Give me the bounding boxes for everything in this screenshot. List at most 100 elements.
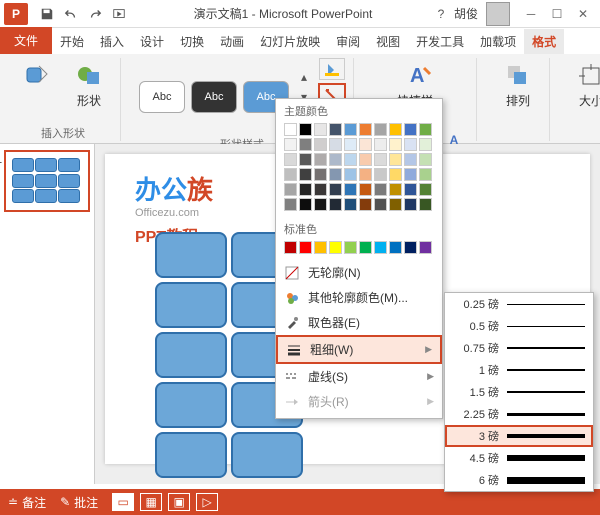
color-swatch[interactable] [284,138,297,151]
notes-button[interactable]: ≐ 备注 [8,494,46,511]
weight-option[interactable]: 1 磅 [445,359,593,381]
undo-icon[interactable] [62,5,80,23]
color-swatch[interactable] [419,168,432,181]
tab-design[interactable]: 设计 [132,29,172,54]
weight-option[interactable]: 6 磅 [445,469,593,491]
shapes-button[interactable]: 形状 [66,58,112,109]
tab-insert[interactable]: 插入 [92,29,132,54]
close-button[interactable]: ✕ [572,4,594,24]
color-swatch[interactable] [344,183,357,196]
color-swatch[interactable] [359,123,372,136]
color-swatch[interactable] [299,138,312,151]
color-swatch[interactable] [389,241,402,254]
color-swatch[interactable] [374,153,387,166]
tab-transitions[interactable]: 切换 [172,29,212,54]
color-swatch[interactable] [299,168,312,181]
reading-view-button[interactable]: ▣ [168,493,190,511]
color-swatch[interactable] [374,241,387,254]
tab-addins[interactable]: 加载项 [472,29,524,54]
restore-button[interactable]: ☐ [546,4,568,24]
color-swatch[interactable] [419,183,432,196]
color-swatch[interactable] [359,138,372,151]
color-swatch[interactable] [284,168,297,181]
color-swatch[interactable] [344,168,357,181]
color-swatch[interactable] [404,183,417,196]
color-swatch[interactable] [329,153,342,166]
color-swatch[interactable] [284,153,297,166]
color-swatch[interactable] [404,153,417,166]
weight-option[interactable]: 0.75 磅 [445,337,593,359]
tab-file[interactable]: 文件 [0,27,52,54]
sorter-view-button[interactable]: ▦ [140,493,162,511]
color-swatch[interactable] [344,138,357,151]
tab-slideshow[interactable]: 幻灯片放映 [252,29,328,54]
dashes-item[interactable]: 虚线(S) ▶ [276,364,442,389]
color-swatch[interactable] [284,198,297,211]
color-swatch[interactable] [404,138,417,151]
color-swatch[interactable] [314,183,327,196]
color-swatch[interactable] [299,198,312,211]
color-swatch[interactable] [374,168,387,181]
tab-review[interactable]: 审阅 [328,29,368,54]
color-swatch[interactable] [359,183,372,196]
arrows-item[interactable]: 箭头(R) ▶ [276,389,442,414]
slide-thumbnail-1[interactable]: 1 [4,150,90,212]
color-swatch[interactable] [404,198,417,211]
avatar[interactable] [486,2,510,26]
color-swatch[interactable] [284,123,297,136]
color-swatch[interactable] [314,153,327,166]
color-swatch[interactable] [359,198,372,211]
color-swatch[interactable] [374,138,387,151]
size-button[interactable]: 大小 [568,58,600,109]
color-swatch[interactable] [389,138,402,151]
tab-view[interactable]: 视图 [368,29,408,54]
weight-option[interactable]: 0.25 磅 [445,293,593,315]
color-swatch[interactable] [314,168,327,181]
color-swatch[interactable] [299,123,312,136]
color-swatch[interactable] [359,168,372,181]
color-swatch[interactable] [419,241,432,254]
color-swatch[interactable] [374,183,387,196]
color-swatch[interactable] [284,183,297,196]
tab-home[interactable]: 开始 [52,29,92,54]
color-swatch[interactable] [374,198,387,211]
save-icon[interactable] [38,5,56,23]
color-swatch[interactable] [419,153,432,166]
color-swatch[interactable] [419,198,432,211]
color-swatch[interactable] [389,123,402,136]
color-swatch[interactable] [419,123,432,136]
color-swatch[interactable] [359,241,372,254]
color-swatch[interactable] [344,198,357,211]
color-swatch[interactable] [329,183,342,196]
weight-option[interactable]: 4.5 磅 [445,447,593,469]
tab-developer[interactable]: 开发工具 [408,29,472,54]
color-swatch[interactable] [404,241,417,254]
color-swatch[interactable] [329,138,342,151]
edit-shape-button[interactable] [14,58,60,109]
color-swatch[interactable] [344,153,357,166]
weight-option[interactable]: 2.25 磅 [445,403,593,425]
color-swatch[interactable] [299,183,312,196]
color-swatch[interactable] [404,123,417,136]
color-swatch[interactable] [329,123,342,136]
weight-option[interactable]: 1.5 磅 [445,381,593,403]
comments-button[interactable]: ✎ 批注 [60,494,98,511]
color-swatch[interactable] [374,123,387,136]
eyedropper-item[interactable]: 取色器(E) [276,310,442,335]
redo-icon[interactable] [86,5,104,23]
shape-style-1[interactable]: Abc [139,81,185,113]
arrange-button[interactable]: 排列 [495,58,541,109]
color-swatch[interactable] [314,198,327,211]
color-swatch[interactable] [299,241,312,254]
color-swatch[interactable] [284,241,297,254]
gallery-up[interactable]: ▴ [295,68,313,86]
color-swatch[interactable] [314,138,327,151]
weight-option[interactable]: 0.5 磅 [445,315,593,337]
slideshow-view-button[interactable]: ▷ [196,493,218,511]
color-swatch[interactable] [314,123,327,136]
tab-animations[interactable]: 动画 [212,29,252,54]
color-swatch[interactable] [344,123,357,136]
color-swatch[interactable] [389,183,402,196]
color-swatch[interactable] [299,153,312,166]
weight-item[interactable]: 粗细(W) ▶ [276,335,442,364]
